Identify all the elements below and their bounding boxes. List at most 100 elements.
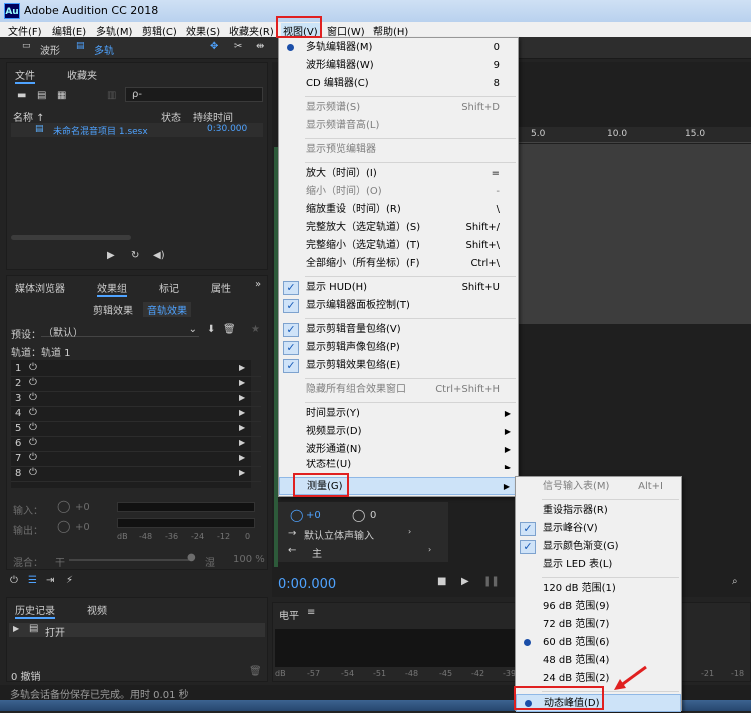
- power-icon[interactable]: ⏻: [29, 392, 37, 403]
- menu-item-show-valleys[interactable]: ✓ 显示峰谷(V): [516, 520, 681, 538]
- menu-item-show-spectral[interactable]: 显示频谱(S) Shift+D: [279, 99, 518, 117]
- chevron-right-icon[interactable]: ▶: [239, 438, 245, 447]
- menu-item-video-display[interactable]: 视频显示(D) ▶: [279, 423, 518, 441]
- menu-item-editor-controls[interactable]: ✓ 显示编辑器面板控制(T): [279, 297, 518, 315]
- pause-icon[interactable]: ❚❚: [483, 576, 500, 587]
- effect-slot[interactable]: 6 ⏻ ▶: [11, 437, 261, 452]
- star-icon[interactable]: ★: [251, 324, 260, 335]
- menu-item-led-meters[interactable]: 显示 LED 表(L): [516, 556, 681, 574]
- menu-item-zoom-reset[interactable]: 缩放重设（时间）(R) \: [279, 201, 518, 219]
- chevron-right-icon[interactable]: ▶: [239, 423, 245, 432]
- open-folder-icon[interactable]: ▬: [17, 90, 26, 101]
- trash-icon[interactable]: 🗑: [223, 324, 236, 335]
- track-input[interactable]: 默认立体声输入: [304, 527, 374, 542]
- more-icon[interactable]: »: [255, 279, 261, 290]
- track-effects-tab[interactable]: 音轨效果: [143, 302, 191, 317]
- trash-icon[interactable]: 🗑: [249, 666, 262, 677]
- delete-icon[interactable]: ▥: [107, 90, 116, 101]
- menu-item-cd-editor[interactable]: CD 编辑器(C) 8: [279, 75, 518, 93]
- menu-favorites[interactable]: 收藏夹(R): [229, 23, 274, 38]
- menu-item-multitrack-editor[interactable]: 多轨编辑器(M) 0: [279, 39, 518, 57]
- menu-item-hide-effect-windows[interactable]: 隐藏所有组合效果窗口 Ctrl+Shift+H: [279, 381, 518, 399]
- effect-slot[interactable]: 4 ⏻ ▶: [11, 407, 261, 422]
- menu-item-color-gradient[interactable]: ✓ 显示颜色渐变(G): [516, 538, 681, 556]
- tab-markers[interactable]: 标记: [159, 280, 179, 295]
- tab-media-browser[interactable]: 媒体浏览器: [15, 280, 65, 295]
- menu-icon[interactable]: ≡: [307, 607, 315, 618]
- preset-select[interactable]: （默认） ⌄: [41, 323, 199, 339]
- menu-item-reset-indicators[interactable]: 重设指示器(R): [516, 502, 681, 520]
- effect-slot[interactable]: 1 ⏻ ▶: [11, 362, 261, 377]
- menu-item-96db[interactable]: 96 dB 范围(9): [516, 598, 681, 616]
- tab-favorites[interactable]: 收藏夹: [67, 67, 97, 82]
- menu-item-zoom-out-tracks[interactable]: 完整缩小（选定轨道）(T) Shift+\: [279, 237, 518, 255]
- menu-item-72db[interactable]: 72 dB 范围(7): [516, 616, 681, 634]
- chevron-right-icon[interactable]: ▶: [239, 468, 245, 477]
- chevron-right-icon[interactable]: ▶: [239, 363, 245, 372]
- tab-video[interactable]: 视频: [87, 602, 107, 617]
- menu-item-zoom-out-all[interactable]: 全部缩小（所有坐标）(F) Ctrl+\: [279, 255, 518, 273]
- input-knob-icon[interactable]: ◯: [57, 499, 70, 513]
- import-icon[interactable]: ▤: [37, 90, 46, 101]
- clip-effects-tab[interactable]: 剪辑效果: [93, 302, 133, 317]
- menu-item-pan-envelope[interactable]: ✓ 显示剪辑声像包络(P): [279, 339, 518, 357]
- time-ruler[interactable]: 5.0 10.0 15.0: [517, 127, 751, 143]
- power-icon[interactable]: ⏻: [29, 437, 37, 448]
- power-icon[interactable]: ⏻: [10, 575, 18, 586]
- lightning-icon[interactable]: ⚡: [66, 575, 73, 586]
- menu-item-signal-input-meter[interactable]: 信号输入表(M) Alt+I: [516, 478, 681, 496]
- play-icon[interactable]: ▶: [461, 576, 469, 587]
- power-icon[interactable]: ⏻: [29, 362, 37, 373]
- menu-item-effect-envelope[interactable]: ✓ 显示剪辑效果包络(E): [279, 357, 518, 375]
- col-status[interactable]: 状态: [161, 109, 181, 124]
- effect-slot[interactable]: 7 ⏻ ▶: [11, 452, 261, 467]
- razor-tool-icon[interactable]: ✂: [234, 41, 242, 52]
- speaker-icon[interactable]: ◀): [153, 250, 165, 261]
- menu-item-status-bar[interactable]: 状态栏(U) ▶: [279, 459, 518, 469]
- menu-edit[interactable]: 编辑(E): [52, 23, 86, 38]
- menu-item-volume-envelope[interactable]: ✓ 显示剪辑音量包络(V): [279, 321, 518, 339]
- pan-knob-icon[interactable]: ◯: [352, 508, 365, 522]
- power-icon[interactable]: ⏻: [29, 452, 37, 463]
- menu-item-time-display[interactable]: 时间显示(Y) ▶: [279, 405, 518, 423]
- menu-item-spectral-pitch[interactable]: 显示频谱音高(L): [279, 117, 518, 135]
- power-icon[interactable]: ⏻: [29, 407, 37, 418]
- chevron-right-icon[interactable]: ▶: [239, 408, 245, 417]
- list-icon[interactable]: ☰: [28, 575, 37, 586]
- menu-clip[interactable]: 剪辑(C): [142, 23, 177, 38]
- col-name[interactable]: 名称 ↑: [13, 109, 45, 124]
- effect-slot[interactable]: 2 ⏻ ▶: [11, 377, 261, 392]
- mix-slider[interactable]: [69, 559, 189, 561]
- menu-item-60db[interactable]: 60 dB 范围(6): [516, 634, 681, 652]
- menu-item-waveform-editor[interactable]: 波形编辑器(W) 9: [279, 57, 518, 75]
- history-item[interactable]: ▶ ▤ 打开: [9, 623, 265, 639]
- move-tool-icon[interactable]: ✥: [210, 41, 218, 52]
- chevron-right-icon[interactable]: ›: [428, 545, 431, 554]
- menu-item-zoom-in[interactable]: 放大（时间）(I) =: [279, 165, 518, 183]
- stop-icon[interactable]: ■: [437, 576, 446, 587]
- slider-handle[interactable]: ●: [187, 552, 196, 563]
- file-row[interactable]: ▤ 未命名混音项目 1.sesx 0:30.000: [11, 123, 263, 137]
- tab-effects-rack[interactable]: 效果组: [97, 280, 127, 297]
- col-duration[interactable]: 持续时间: [193, 109, 233, 124]
- zoom-icon[interactable]: ⌕: [732, 576, 738, 587]
- track-area[interactable]: [517, 144, 751, 324]
- multitrack-button[interactable]: 多轨: [94, 42, 114, 57]
- effect-slot[interactable]: 8 ⏻ ▶: [11, 467, 261, 482]
- menu-item-waveform-channels[interactable]: 波形通道(N) ▶: [279, 441, 518, 459]
- menu-file[interactable]: 文件(F): [8, 23, 42, 38]
- chevron-right-icon[interactable]: ▶: [239, 393, 245, 402]
- search-input[interactable]: ρ-: [125, 87, 263, 102]
- chevron-right-icon[interactable]: ▶: [239, 453, 245, 462]
- power-icon[interactable]: ⏻: [29, 422, 37, 433]
- menu-item-120db[interactable]: 120 dB 范围(1): [516, 580, 681, 598]
- insert-icon[interactable]: ⇥: [46, 575, 54, 586]
- menu-effects[interactable]: 效果(S): [186, 23, 220, 38]
- scrollbar[interactable]: [11, 235, 131, 240]
- menu-item-zoom-out[interactable]: 缩小（时间）(O) -: [279, 183, 518, 201]
- power-icon[interactable]: ⏻: [29, 377, 37, 388]
- menu-help[interactable]: 帮助(H): [373, 23, 408, 38]
- tab-files[interactable]: 文件: [15, 67, 35, 84]
- volume-knob-icon[interactable]: ◯: [290, 508, 303, 522]
- effect-slot[interactable]: 3 ⏻ ▶: [11, 392, 261, 407]
